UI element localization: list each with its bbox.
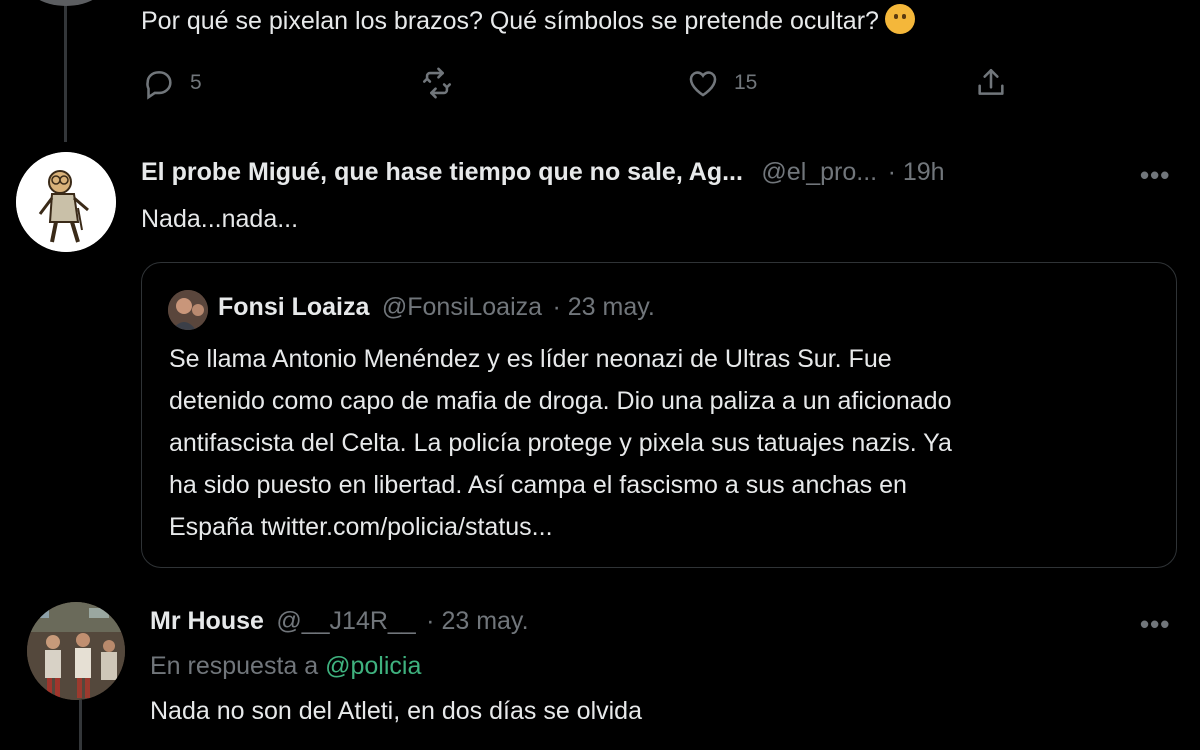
reply-button[interactable]: 5 [142, 66, 202, 100]
retweet-button[interactable] [420, 66, 468, 100]
like-count: 15 [734, 71, 758, 94]
share-icon [978, 68, 1004, 95]
tweet-header: Mr House @__J14R__ · 23 may. [150, 607, 529, 636]
user-handle[interactable]: @__J14R__ [276, 607, 415, 635]
reply-prefix: En respuesta a [150, 652, 319, 680]
mention-link[interactable]: @policia [325, 652, 421, 680]
display-name: Fonsi Loaiza [218, 293, 370, 321]
quoted-tweet-card[interactable]: Fonsi Loaiza @FonsiLoaiza · 23 may. Se l… [141, 262, 1177, 568]
avatar[interactable] [27, 602, 125, 700]
quote-text-line: detenido como capo de mafia de droga. Di… [169, 387, 952, 415]
group-photo-icon [27, 602, 125, 700]
quote-text: Se llama Antonio Menéndez y es líder neo… [169, 338, 952, 548]
quote-text-line: Se llama Antonio Menéndez y es líder neo… [169, 345, 892, 373]
reply-icon [146, 71, 172, 100]
reply-context: En respuesta a @policia [150, 652, 421, 681]
more-options-button[interactable]: ••• [1140, 609, 1170, 640]
quote-text-line: España twitter.com/policia/status... [169, 513, 553, 541]
more-options-button[interactable]: ••• [1140, 160, 1170, 191]
cartoon-figure-icon [16, 152, 116, 252]
quote-text-line: antifascista del Celta. La policía prote… [169, 429, 952, 457]
tweet-text: Por qué se pixelan los brazos? Qué símbo… [141, 4, 915, 36]
display-name[interactable]: Mr House [150, 607, 264, 635]
timestamp: · 23 may. [552, 293, 655, 321]
user-handle: @FonsiLoaiza [381, 293, 543, 321]
reply-count: 5 [190, 71, 202, 94]
avatar[interactable] [16, 152, 116, 252]
timestamp[interactable]: · 23 may. [426, 607, 528, 635]
tweet-header: El probe Migué, que hase tiempo que no s… [141, 158, 945, 187]
like-button[interactable]: 15 [686, 66, 757, 100]
avatar[interactable] [22, 0, 110, 6]
thread-line-top [64, 0, 67, 142]
share-button[interactable] [974, 66, 1008, 100]
retweet-icon [422, 67, 452, 99]
quote-header: Fonsi Loaiza @FonsiLoaiza · 23 may. [218, 293, 655, 322]
quote-text-line: ha sido puesto en libertad. Así campa el… [169, 471, 907, 499]
tweet-text: Nada...nada... [141, 205, 299, 233]
person-photo-icon [168, 290, 208, 330]
timestamp[interactable]: · 19h [888, 158, 945, 186]
avatar [168, 290, 208, 330]
user-handle[interactable]: @el_pro... [761, 158, 877, 186]
tweet-text: Nada no son del Atleti, en dos días se o… [150, 697, 642, 725]
display-name[interactable]: El probe Migué, que hase tiempo que no s… [141, 158, 743, 186]
thinking-face-icon [884, 4, 915, 34]
thread-line-bottom [79, 700, 82, 750]
heart-icon [689, 71, 717, 97]
